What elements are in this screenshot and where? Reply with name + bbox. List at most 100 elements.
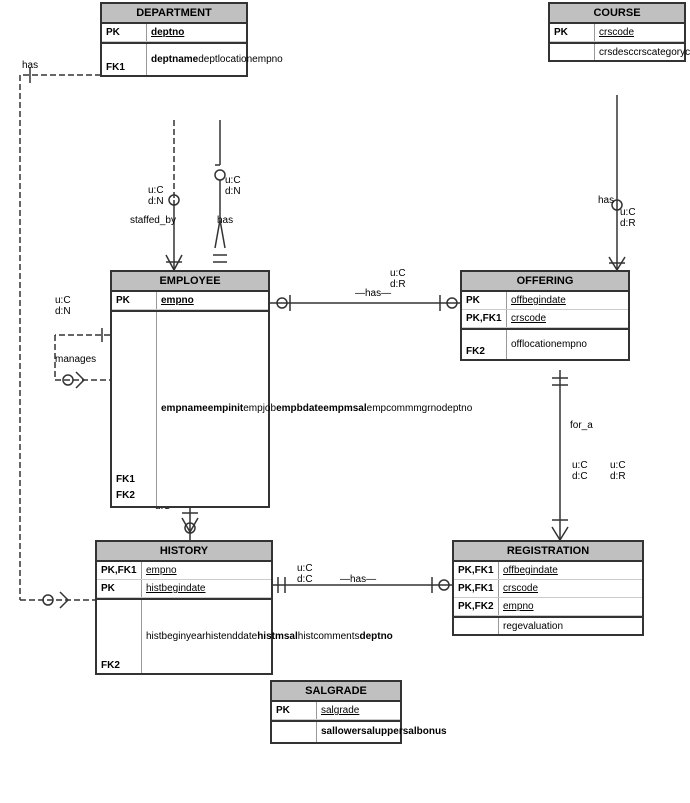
label-staffed-by: staffed_by <box>130 215 176 226</box>
emp-pk-field: empno <box>157 292 268 309</box>
course-pk-field: crscode <box>595 24 684 41</box>
reg-regevaluation: regevaluation <box>503 621 563 632</box>
sal-salbonus: salbonus <box>403 724 447 740</box>
reg-pk-fk2-field: empno <box>499 598 642 615</box>
course-crsdesc: crsdesc <box>599 47 633 58</box>
off-pk-label: PK <box>462 292 507 309</box>
reg-pk-fk1b-field: crscode <box>499 580 642 597</box>
emp-fk-labels: FK1 FK2 <box>112 312 157 506</box>
label-dn-dept-emp: d:N <box>148 196 164 207</box>
entity-employee-header: EMPLOYEE <box>112 272 268 292</box>
sal-salupper: salupper <box>361 724 403 740</box>
label-has-left: has <box>22 60 38 71</box>
entity-history-header: HISTORY <box>97 542 271 562</box>
off-offlocation: offlocation <box>511 339 556 350</box>
emp-pk-label: PK <box>112 292 157 309</box>
off-pk-fk1-label: PK,FK1 <box>462 310 507 327</box>
label-manages: manages <box>55 354 96 365</box>
course-pk-label: PK <box>550 24 595 41</box>
emp-mgrno: mgrno <box>413 401 441 417</box>
hist-fk2-label: FK2 <box>97 600 142 673</box>
hist-pk-label: PK <box>97 580 142 597</box>
dept-pk-label: PK <box>102 24 147 41</box>
reg-pk-fk2-label: PK,FK2 <box>454 598 499 615</box>
emp-deptno: deptno <box>442 401 473 417</box>
emp-empname: empname <box>161 401 208 417</box>
reg-field-label <box>454 618 499 634</box>
off-pk-fk1-field: crscode <box>507 310 628 327</box>
sal-pk-label: PK <box>272 702 317 719</box>
reg-fields: regevaluation <box>499 618 642 634</box>
hist-histcomments: histcomments <box>298 629 360 645</box>
entity-salgrade: SALGRADE PK salgrade sallower salupper s… <box>270 680 402 744</box>
entity-salgrade-header: SALGRADE <box>272 682 400 702</box>
label-dr-course: d:R <box>620 218 636 229</box>
dept-fk1-label: FK1 <box>102 44 147 75</box>
course-fields: crsdesc crscategory crsduration <box>595 44 690 60</box>
entity-department-header: DEPARTMENT <box>102 4 246 24</box>
course-crsduration: crsduration <box>685 47 690 58</box>
label-dc-off-reg: d:C <box>572 471 588 482</box>
hist-histbeginyear: histbeginyear <box>146 629 205 645</box>
entity-offering: OFFERING PK offbegindate PK,FK1 crscode … <box>460 270 630 361</box>
label-uc-course: u:C <box>620 207 636 218</box>
entity-employee: EMPLOYEE PK empno FK1 FK2 empname empini… <box>110 270 270 508</box>
hist-fields: histbeginyear histenddate histmsal histc… <box>142 600 397 673</box>
reg-pk-fk1-field: offbegindate <box>499 562 642 579</box>
hist-pk-fk1-field: empno <box>142 562 271 579</box>
entity-course-header: COURSE <box>550 4 684 24</box>
emp-empcomm: empcomm <box>367 401 414 417</box>
entity-history: HISTORY PK,FK1 empno PK histbegindate FK… <box>95 540 273 675</box>
label-uc-manages: u:C <box>55 295 71 306</box>
dept-empno: empno <box>252 54 283 65</box>
label-uc-hist-reg: u:C <box>297 563 313 574</box>
hist-deptno: deptno <box>359 629 392 645</box>
sal-field-label <box>272 722 317 742</box>
entity-registration-header: REGISTRATION <box>454 542 642 562</box>
hist-histmsal: histmsal <box>257 629 298 645</box>
sal-sallower: sallower <box>321 724 361 740</box>
label-dr2-off-reg: d:R <box>610 471 626 482</box>
entity-course: COURSE PK crscode crsdesc crscategory cr… <box>548 2 686 62</box>
label-dr-emp-off: d:R <box>390 279 406 290</box>
label-has-hist-reg: —has— <box>340 574 376 585</box>
course-crscategory: crscategory <box>633 47 685 58</box>
entity-offering-header: OFFERING <box>462 272 628 292</box>
entity-registration: REGISTRATION PK,FK1 offbegindate PK,FK1 … <box>452 540 644 636</box>
diagram-container: u:C d:N u:C d:N staffed_by has u:C d:R —… <box>0 0 690 803</box>
off-fields: offlocation empno <box>507 330 628 359</box>
label-has-dept-emp: has <box>217 215 233 226</box>
label-has-emp-off: —has— <box>355 288 391 299</box>
off-fk2-label: FK2 <box>462 330 507 359</box>
emp-empjob: empjob <box>243 401 276 417</box>
label-uc-dept-emp: u:C <box>148 185 164 196</box>
reg-pk-fk1-label: PK,FK1 <box>454 562 499 579</box>
off-pk-field: offbegindate <box>507 292 628 309</box>
label-uc-off-reg: u:C <box>572 460 588 471</box>
label-uc2-off-reg: u:C <box>610 460 626 471</box>
emp-empmsal: empmsal <box>323 401 366 417</box>
label-dn-manages: d:N <box>55 306 71 317</box>
label-dc-hist-reg: d:C <box>297 574 313 585</box>
label-has-course-off: has <box>598 195 614 206</box>
dept-deptname: deptname <box>151 54 198 65</box>
emp-empbdate: empbdate <box>276 401 323 417</box>
course-f1-label <box>550 44 595 60</box>
emp-fields: empname empinit empjob empbdate empmsal … <box>157 312 476 506</box>
hist-pk-field: histbegindate <box>142 580 271 597</box>
emp-empinit: empinit <box>208 401 244 417</box>
label-for-a: for_a <box>570 420 593 431</box>
sal-fields: sallower salupper salbonus <box>317 722 451 742</box>
entity-department: DEPARTMENT PK deptno FK1 deptname deptlo… <box>100 2 248 77</box>
label-uc-emp-off: u:C <box>390 268 406 279</box>
off-empno: empno <box>556 339 587 350</box>
dept-pk-field: deptno <box>147 24 246 41</box>
hist-pk-fk1-label: PK,FK1 <box>97 562 142 579</box>
dept-deptlocation: deptlocation <box>198 54 252 65</box>
reg-pk-fk1b-label: PK,FK1 <box>454 580 499 597</box>
hist-histenddate: histenddate <box>205 629 257 645</box>
label-dn2: d:N <box>225 186 241 197</box>
label-uc2: u:C <box>225 175 241 186</box>
sal-pk-field: salgrade <box>317 702 400 719</box>
dept-fields: deptname deptlocation empno <box>147 44 287 75</box>
